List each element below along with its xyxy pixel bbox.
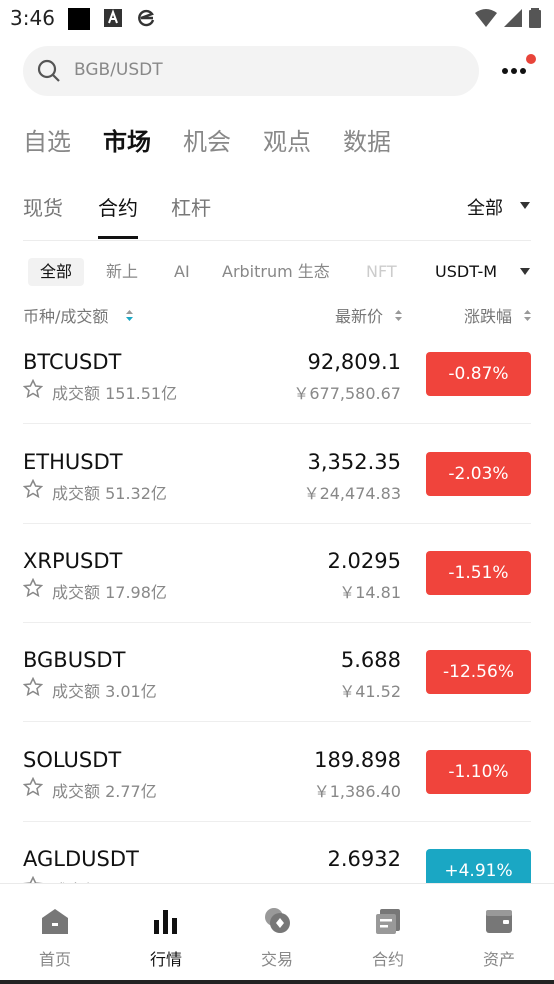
tab-insights[interactable]: 观点 bbox=[263, 122, 311, 157]
divider bbox=[23, 423, 531, 424]
more-dots-icon bbox=[502, 68, 508, 74]
nav-futures[interactable]: 合约 bbox=[348, 884, 428, 974]
trade-coin-icon bbox=[265, 908, 290, 933]
change-badge[interactable]: -1.10% bbox=[426, 750, 531, 794]
nav-home[interactable]: 首页 bbox=[15, 884, 95, 974]
subtab-futures[interactable]: 合约 bbox=[98, 192, 138, 221]
tab-market[interactable]: 市场 bbox=[103, 122, 151, 157]
divider bbox=[23, 523, 531, 524]
row-price: 5.688 bbox=[340, 648, 401, 672]
col-last-price[interactable]: 最新价 bbox=[335, 303, 383, 327]
search-icon bbox=[37, 59, 60, 82]
nav-label: 合约 bbox=[371, 950, 404, 969]
all-filter-dropdown[interactable]: 全部 bbox=[467, 194, 503, 220]
margin-type-dropdown[interactable]: USDT-M bbox=[435, 262, 497, 281]
market-row[interactable]: BTCUSDT 成交额 151.51亿 92,809.1 ￥677,580.67… bbox=[0, 336, 554, 436]
row-symbol: BGBUSDT bbox=[23, 648, 126, 672]
row-symbol: BTCUSDT bbox=[23, 350, 122, 374]
row-price: 3,352.35 bbox=[307, 450, 401, 474]
market-row[interactable]: XRPUSDT 成交额 17.98亿 2.0295 ￥14.81 -1.51% bbox=[0, 535, 554, 635]
status-bar: 3:46 bbox=[0, 0, 554, 36]
row-symbol: AGLDUSDT bbox=[23, 847, 139, 871]
wallet-icon bbox=[486, 910, 512, 933]
divider bbox=[23, 240, 531, 241]
chip-all[interactable]: 全部 bbox=[28, 258, 85, 286]
row-volume: 成交额 151.51亿 bbox=[52, 384, 178, 403]
divider bbox=[23, 721, 531, 722]
home-icon bbox=[42, 909, 68, 934]
col-change[interactable]: 涨跌幅 bbox=[464, 303, 512, 327]
battery-icon bbox=[529, 8, 541, 28]
market-chart-icon bbox=[154, 910, 177, 934]
nav-label: 行情 bbox=[149, 950, 182, 969]
row-cny-price: ￥14.81 bbox=[339, 583, 401, 602]
notification-square-icon bbox=[68, 8, 90, 30]
more-menu-button[interactable] bbox=[498, 54, 540, 88]
search-placeholder: BGB/USDT bbox=[74, 60, 163, 80]
row-volume: 成交额 51.32亿 bbox=[52, 484, 167, 503]
row-volume: 成交额 2.77亿 bbox=[52, 782, 157, 801]
nav-trade[interactable]: 交易 bbox=[237, 884, 317, 974]
active-tab-indicator bbox=[98, 236, 138, 239]
tab-watchlist[interactable]: 自选 bbox=[23, 122, 71, 157]
row-volume: 成交额 17.98亿 bbox=[52, 583, 167, 602]
change-badge[interactable]: -1.51% bbox=[426, 551, 531, 595]
browser-e-icon bbox=[138, 9, 155, 27]
wifi-icon bbox=[475, 9, 497, 27]
chevron-down-icon bbox=[520, 268, 530, 275]
chevron-down-icon bbox=[520, 202, 530, 209]
futures-icon bbox=[376, 909, 400, 934]
row-symbol: XRPUSDT bbox=[23, 549, 123, 573]
chip-nft[interactable]: NFT bbox=[366, 258, 397, 286]
market-row[interactable]: BGBUSDT 成交额 3.01亿 5.688 ￥41.52 -12.56% bbox=[0, 634, 554, 734]
star-icon[interactable] bbox=[23, 677, 43, 697]
row-symbol: SOLUSDT bbox=[23, 748, 122, 772]
font-a-icon bbox=[104, 9, 122, 27]
star-icon[interactable] bbox=[23, 777, 43, 797]
bottom-nav: 首页 行情 交易 合约 资产 bbox=[0, 883, 554, 984]
row-cny-price: ￥24,474.83 bbox=[303, 484, 401, 503]
row-cny-price: ￥41.52 bbox=[339, 682, 401, 701]
subtab-margin[interactable]: 杠杆 bbox=[171, 192, 211, 221]
change-badge[interactable]: -2.03% bbox=[426, 452, 531, 496]
change-badge[interactable]: -0.87% bbox=[426, 352, 531, 396]
nav-label: 交易 bbox=[260, 950, 293, 969]
row-price: 2.0295 bbox=[327, 549, 401, 573]
subtab-spot[interactable]: 现货 bbox=[23, 192, 63, 221]
nav-label: 资产 bbox=[482, 950, 515, 969]
row-cny-price: ￥1,386.40 bbox=[313, 782, 401, 801]
tab-opportunities[interactable]: 机会 bbox=[183, 122, 231, 157]
sort-icon bbox=[395, 310, 402, 321]
sort-icon bbox=[524, 310, 531, 321]
market-row[interactable]: SOLUSDT 成交额 2.77亿 189.898 ￥1,386.40 -1.1… bbox=[0, 734, 554, 834]
nav-label: 首页 bbox=[38, 950, 71, 969]
divider bbox=[23, 821, 531, 822]
col-symbol-volume[interactable]: 币种/成交额 bbox=[23, 303, 108, 327]
chip-new[interactable]: 新上 bbox=[106, 258, 138, 286]
notification-dot bbox=[526, 54, 536, 64]
star-icon[interactable] bbox=[23, 479, 43, 499]
row-price: 2.6932 bbox=[327, 847, 401, 871]
nav-assets[interactable]: 资产 bbox=[459, 884, 539, 974]
home-indicator bbox=[0, 980, 554, 984]
star-icon[interactable] bbox=[23, 578, 43, 598]
row-cny-price: ￥677,580.67 bbox=[293, 384, 401, 403]
status-time: 3:46 bbox=[10, 6, 55, 30]
change-badge[interactable]: -12.56% bbox=[426, 650, 531, 694]
row-symbol: ETHUSDT bbox=[23, 450, 123, 474]
row-price: 92,809.1 bbox=[307, 350, 401, 374]
star-icon[interactable] bbox=[23, 379, 43, 399]
divider bbox=[23, 622, 531, 623]
row-volume: 成交额 3.01亿 bbox=[52, 682, 157, 701]
tab-data[interactable]: 数据 bbox=[343, 122, 391, 157]
chip-arbitrum[interactable]: Arbitrum 生态 bbox=[222, 258, 330, 286]
market-row[interactable]: ETHUSDT 成交额 51.32亿 3,352.35 ￥24,474.83 -… bbox=[0, 436, 554, 536]
sort-icon bbox=[126, 310, 133, 321]
row-price: 189.898 bbox=[314, 748, 401, 772]
nav-market[interactable]: 行情 bbox=[126, 884, 206, 974]
chip-ai[interactable]: AI bbox=[174, 258, 190, 286]
signal-icon bbox=[504, 9, 522, 27]
